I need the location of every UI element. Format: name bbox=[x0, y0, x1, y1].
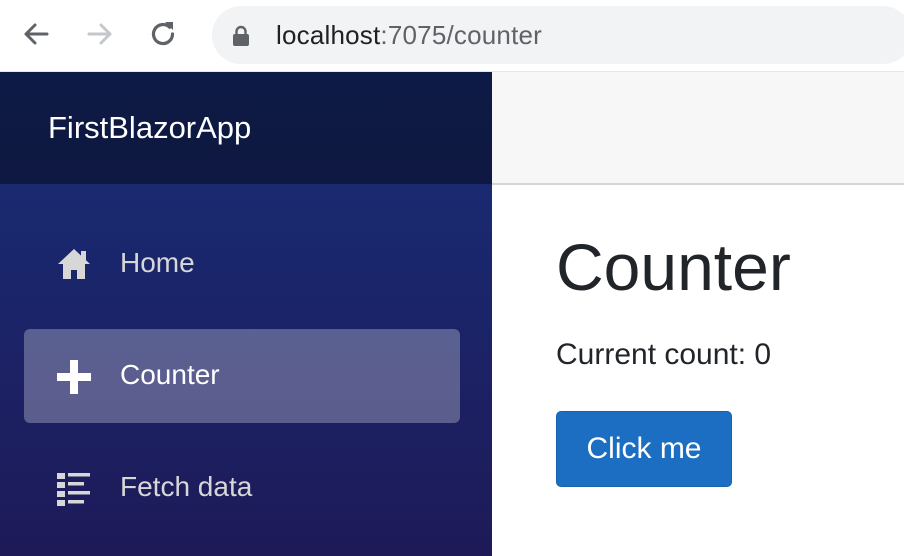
nav-item-home[interactable]: Home bbox=[24, 217, 460, 311]
nav-item-label: Home bbox=[120, 247, 195, 278]
nav-item-label: Counter bbox=[120, 359, 220, 390]
address-bar[interactable]: localhost:7075/counter bbox=[212, 6, 904, 64]
list-icon bbox=[57, 473, 90, 506]
sidebar: FirstBlazorApp Home Counter Fetch data bbox=[0, 72, 492, 556]
url-text[interactable]: localhost:7075/counter bbox=[276, 19, 542, 51]
top-row bbox=[492, 72, 904, 185]
home-icon bbox=[58, 249, 90, 279]
url-host: localhost bbox=[276, 20, 381, 50]
main-content: Counter Current count: 0 Click me bbox=[492, 185, 904, 556]
arrow-right-icon bbox=[87, 23, 112, 45]
sidebar-header: FirstBlazorApp bbox=[0, 72, 492, 184]
lock-icon[interactable] bbox=[232, 25, 250, 47]
brand-link[interactable]: FirstBlazorApp bbox=[48, 110, 251, 146]
arrow-left-icon bbox=[24, 23, 49, 45]
current-count-text: Current count: 0 bbox=[556, 338, 772, 371]
reload-button[interactable] bbox=[146, 17, 180, 51]
browser-toolbar: localhost:7075/counter bbox=[0, 0, 904, 72]
page-title: Counter bbox=[556, 230, 791, 304]
click-me-button[interactable]: Click me bbox=[556, 411, 732, 487]
nav-item-label: Fetch data bbox=[120, 471, 253, 502]
nav-item-fetch-data[interactable]: Fetch data bbox=[24, 441, 460, 535]
plus-icon bbox=[57, 360, 91, 394]
nav-item-counter[interactable]: Counter bbox=[24, 329, 460, 423]
reload-icon bbox=[151, 22, 175, 46]
back-button[interactable] bbox=[19, 17, 53, 51]
forward-button[interactable] bbox=[83, 17, 117, 51]
url-path: :7075/counter bbox=[380, 20, 543, 50]
